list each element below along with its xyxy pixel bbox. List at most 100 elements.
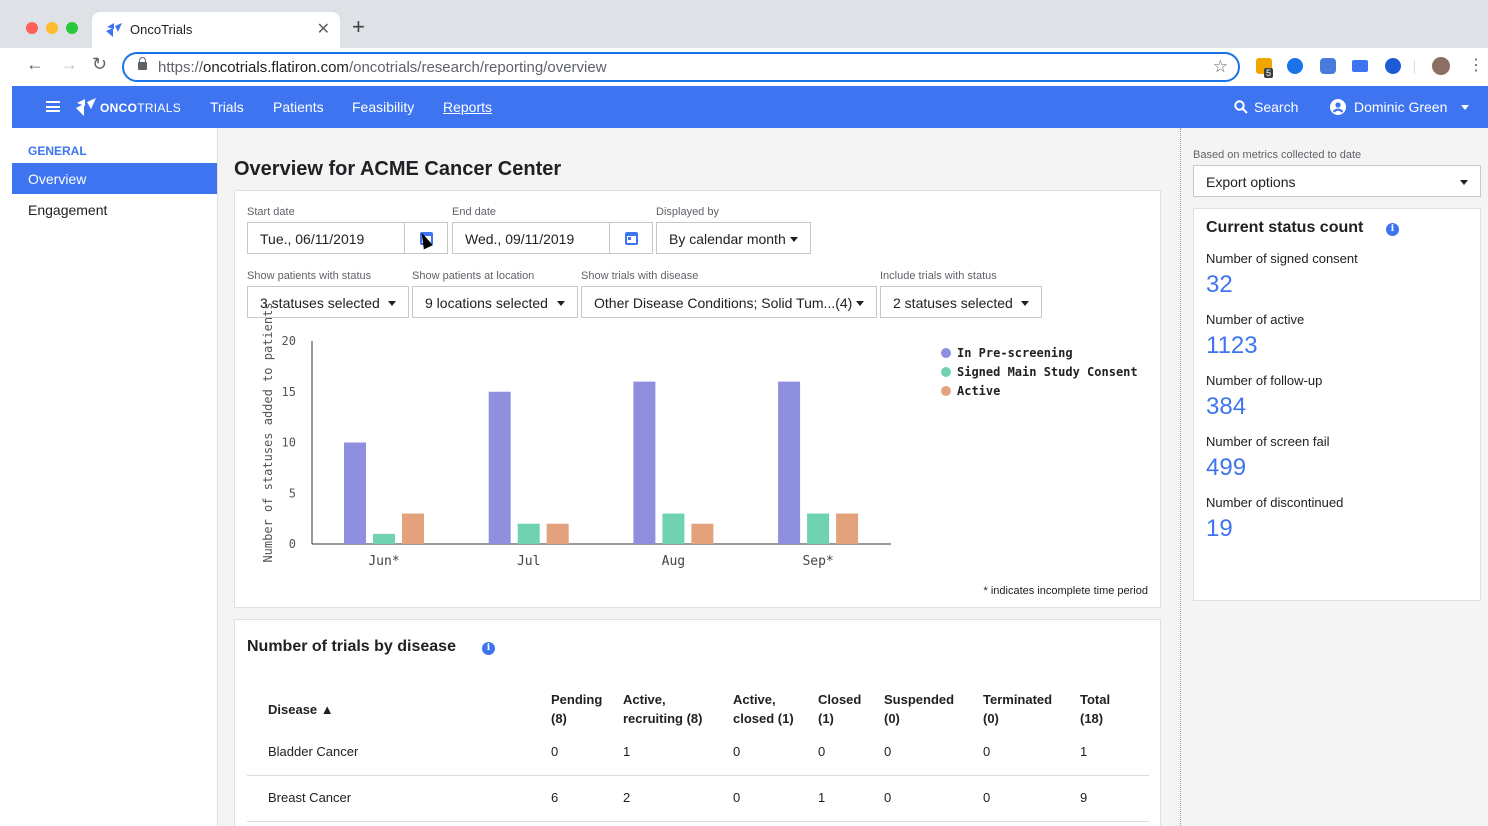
reload-icon[interactable]: ↻ xyxy=(92,54,107,75)
column-header-closed[interactable]: Closed (1) xyxy=(818,690,861,728)
right-panel: Based on metrics collected to date Expor… xyxy=(1180,128,1488,826)
back-arrow-icon[interactable]: ← xyxy=(26,54,44,75)
extension-circle-icon[interactable] xyxy=(1287,58,1303,74)
bar-prescreening xyxy=(778,381,801,544)
x-tick-label: Jun* xyxy=(368,554,399,569)
main-content: Overview for ACME Cancer Center Start da… xyxy=(218,128,1180,826)
column-header-active-recruiting[interactable]: Active, recruiting (8) xyxy=(623,690,702,728)
page-title: Overview for ACME Cancer Center xyxy=(234,158,562,180)
x-tick-label: Sep* xyxy=(802,554,833,569)
table-cell: 9 xyxy=(1080,790,1088,805)
table-cell: 1 xyxy=(623,744,631,759)
metric-label-follow-up: Number of follow-up xyxy=(1206,373,1323,388)
minimize-window-button[interactable] xyxy=(46,22,58,34)
oncotrials-favicon-icon xyxy=(106,23,122,37)
info-icon[interactable]: i xyxy=(1386,223,1399,236)
oncotrials-logo-icon xyxy=(76,98,96,116)
overview-card: Start date Tue., 06/11/2019 End date Wed… xyxy=(234,190,1161,608)
metrics-note: Based on metrics collected to date xyxy=(1193,149,1362,161)
sidebar-heading: GENERAL xyxy=(28,144,87,158)
address-bar[interactable]: https://oncotrials.flatiron.com/oncotria… xyxy=(122,52,1240,82)
legend-item-active: Active xyxy=(941,381,1138,400)
browser-tabstrip: OncoTrials ✕ + xyxy=(0,0,1488,48)
chevron-down-icon xyxy=(1461,105,1470,110)
forward-arrow-icon[interactable]: → xyxy=(60,54,78,75)
zoom-window-button[interactable] xyxy=(66,22,78,34)
column-header-active-closed[interactable]: Active, closed (1) xyxy=(733,690,794,728)
browser-tab[interactable]: OncoTrials ✕ xyxy=(92,12,340,48)
metric-label-signed-consent: Number of signed consent xyxy=(1206,251,1358,266)
bar-prescreening xyxy=(633,381,656,544)
toolbar-divider xyxy=(1414,60,1415,74)
column-header-disease[interactable]: Disease ▲ xyxy=(268,700,334,719)
table-cell: 0 xyxy=(884,744,892,759)
browser-menu-icon[interactable]: ⋮ xyxy=(1468,55,1484,75)
table-cell: 0 xyxy=(733,790,741,805)
menu-icon[interactable] xyxy=(46,101,60,112)
x-tick-label: Jul xyxy=(517,554,540,569)
table-cell: 0 xyxy=(818,744,826,759)
table-cell: 0 xyxy=(551,744,559,759)
y-tick-label: 5 xyxy=(289,486,296,500)
info-icon[interactable]: i xyxy=(482,642,495,655)
metric-label-discontinued: Number of discontinued xyxy=(1206,495,1344,510)
status-count-title: Current status count xyxy=(1206,219,1364,236)
table-cell: 1 xyxy=(1080,744,1088,759)
column-header-pending[interactable]: Pending (8) xyxy=(551,690,602,728)
column-header-total[interactable]: Total (18) xyxy=(1080,690,1110,728)
metric-value-signed-consent: 32 xyxy=(1206,271,1233,298)
close-window-button[interactable] xyxy=(26,22,38,34)
left-sidebar: GENERAL Overview Engagement xyxy=(12,128,218,826)
row-divider xyxy=(247,775,1149,776)
y-axis-label: Number of statuses added to patients xyxy=(261,302,275,562)
column-header-suspended[interactable]: Suspended (0) xyxy=(884,690,954,728)
nav-trials[interactable]: Trials xyxy=(210,99,244,115)
bar-consent xyxy=(373,533,395,544)
extension-v-icon[interactable] xyxy=(1385,58,1401,74)
export-options-select[interactable]: Export options xyxy=(1193,165,1481,197)
lock-icon xyxy=(138,57,147,70)
app-header: ONCOTRIALS Trials Patients Feasibility R… xyxy=(12,86,1488,128)
tab-title: OncoTrials xyxy=(130,22,193,37)
table-cell: 0 xyxy=(733,744,741,759)
new-tab-button[interactable]: + xyxy=(352,16,365,38)
bar-active xyxy=(691,523,714,544)
extension-chat-icon[interactable] xyxy=(1352,60,1368,72)
y-tick-label: 15 xyxy=(282,385,296,399)
bookmark-star-icon[interactable]: ☆ xyxy=(1213,57,1228,77)
metric-label-active: Number of active xyxy=(1206,312,1305,327)
metric-label-screen-fail: Number of screen fail xyxy=(1206,434,1330,449)
table-cell: 1 xyxy=(818,790,826,805)
table-cell: 2 xyxy=(623,790,631,805)
y-tick-label: 10 xyxy=(282,436,296,450)
profile-avatar-icon[interactable] xyxy=(1432,57,1450,75)
sidebar-item-overview[interactable]: Overview xyxy=(12,163,217,194)
bar-active xyxy=(836,513,859,544)
chevron-down-icon xyxy=(1460,180,1468,185)
tab-close-icon[interactable]: ✕ xyxy=(317,19,330,39)
bar-consent xyxy=(662,513,685,544)
trials-by-disease-card: Number of trials by disease i Disease ▲ … xyxy=(234,619,1161,826)
extension-video-icon[interactable] xyxy=(1320,58,1336,74)
column-header-terminated[interactable]: Terminated (0) xyxy=(983,690,1052,728)
legend-swatch xyxy=(941,366,951,377)
x-tick-label: Aug xyxy=(662,554,685,569)
legend-swatch xyxy=(941,347,951,358)
nav-feasibility[interactable]: Feasibility xyxy=(352,99,414,115)
user-menu[interactable]: Dominic Green xyxy=(1330,99,1470,115)
row-divider xyxy=(247,821,1149,822)
url-text: https://oncotrials.flatiron.com/oncotria… xyxy=(158,59,607,76)
search-button[interactable]: Search xyxy=(1234,99,1298,115)
table-cell: 0 xyxy=(983,744,991,759)
metric-value-screen-fail: 499 xyxy=(1206,454,1247,481)
nav-patients[interactable]: Patients xyxy=(273,99,324,115)
nav-reports[interactable]: Reports xyxy=(443,99,492,115)
legend-item-prescreening: In Pre-screening xyxy=(941,343,1138,362)
sidebar-item-engagement[interactable]: Engagement xyxy=(12,194,217,225)
table-cell: 0 xyxy=(884,790,892,805)
table-cell: 6 xyxy=(551,790,559,805)
incomplete-period-footnote: * indicates incomplete time period xyxy=(983,585,1148,597)
app-logo-text[interactable]: ONCOTRIALS xyxy=(100,101,181,115)
browser-toolbar: ← → ↻ https://oncotrials.flatiron.com/on… xyxy=(0,48,1488,86)
bar-prescreening xyxy=(488,391,511,544)
